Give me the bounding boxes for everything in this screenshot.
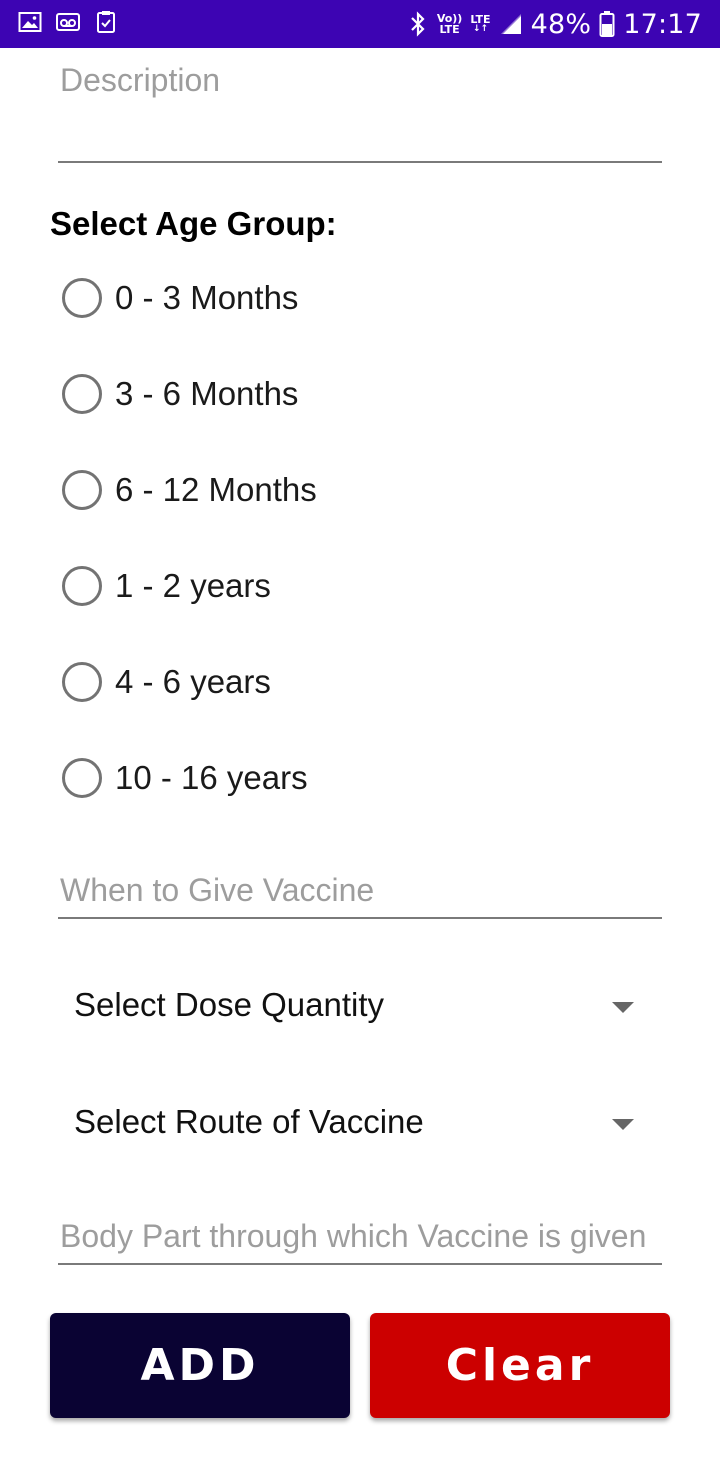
radio-button[interactable] — [62, 566, 102, 606]
dose-quantity-spinner[interactable]: Select Dose Quantity — [58, 966, 662, 1050]
signal-icon — [500, 14, 521, 34]
clock: 17:17 — [623, 8, 702, 40]
radio-button[interactable] — [62, 470, 102, 510]
radio-button[interactable] — [62, 278, 102, 318]
age-group-label: Select Age Group: — [50, 205, 337, 242]
image-icon — [18, 12, 42, 32]
radio-button[interactable] — [62, 662, 102, 702]
add-button[interactable]: ADD — [50, 1313, 350, 1418]
body-part-hint: Body Part through which Vaccine is given — [60, 1218, 647, 1254]
dropdown-arrow-icon — [612, 1119, 634, 1130]
radio-label: 3 - 6 Months — [115, 375, 299, 412]
clear-button-label: Clear — [445, 1340, 595, 1391]
radio-button[interactable] — [62, 374, 102, 414]
battery-icon — [599, 11, 615, 37]
body-part-underline — [58, 1263, 662, 1265]
lte-data-icon: LTE ↓↑ — [470, 14, 490, 34]
volte-bottom-text: LTE — [439, 23, 460, 36]
radio-age-10-16-years[interactable]: 10 - 16 years — [62, 748, 308, 808]
volte-icon: Vo)) LTE — [437, 13, 463, 35]
system-icons: Vo)) LTE LTE ↓↑ 48% 17:17 — [407, 0, 702, 48]
route-label: Select Route of Vaccine — [74, 1103, 424, 1140]
notification-icons — [18, 10, 118, 34]
data-arrows-icon: ↓↑ — [472, 24, 488, 34]
clear-button[interactable]: Clear — [370, 1313, 670, 1418]
radio-age-6-12-months[interactable]: 6 - 12 Months — [62, 460, 317, 520]
add-button-label: ADD — [140, 1340, 260, 1391]
radio-label: 0 - 3 Months — [115, 279, 299, 316]
dropdown-arrow-icon — [612, 1002, 634, 1013]
clipboard-check-icon — [97, 11, 115, 33]
dose-quantity-label: Select Dose Quantity — [74, 986, 384, 1023]
radio-label: 6 - 12 Months — [115, 471, 317, 508]
radio-label: 4 - 6 years — [115, 663, 271, 700]
when-to-give-hint: When to Give Vaccine — [60, 872, 375, 908]
description-field[interactable]: Description — [58, 56, 662, 166]
route-spinner[interactable]: Select Route of Vaccine — [58, 1083, 662, 1167]
description-underline — [58, 161, 662, 163]
description-hint: Description — [60, 62, 221, 98]
body-part-field[interactable]: Body Part through which Vaccine is given — [58, 1212, 662, 1268]
status-bar: Vo)) LTE LTE ↓↑ 48% 17:17 — [0, 0, 720, 48]
voicemail-icon — [56, 13, 80, 31]
when-to-give-underline — [58, 917, 662, 919]
radio-label: 1 - 2 years — [115, 567, 271, 604]
radio-label: 10 - 16 years — [115, 759, 308, 796]
radio-age-4-6-years[interactable]: 4 - 6 years — [62, 652, 271, 712]
radio-age-0-3-months[interactable]: 0 - 3 Months — [62, 268, 298, 328]
radio-age-3-6-months[interactable]: 3 - 6 Months — [62, 364, 298, 424]
bluetooth-icon — [411, 11, 425, 37]
radio-button[interactable] — [62, 758, 102, 798]
when-to-give-field[interactable]: When to Give Vaccine — [58, 866, 662, 922]
radio-age-1-2-years[interactable]: 1 - 2 years — [62, 556, 271, 616]
battery-percent: 48% — [530, 8, 592, 40]
